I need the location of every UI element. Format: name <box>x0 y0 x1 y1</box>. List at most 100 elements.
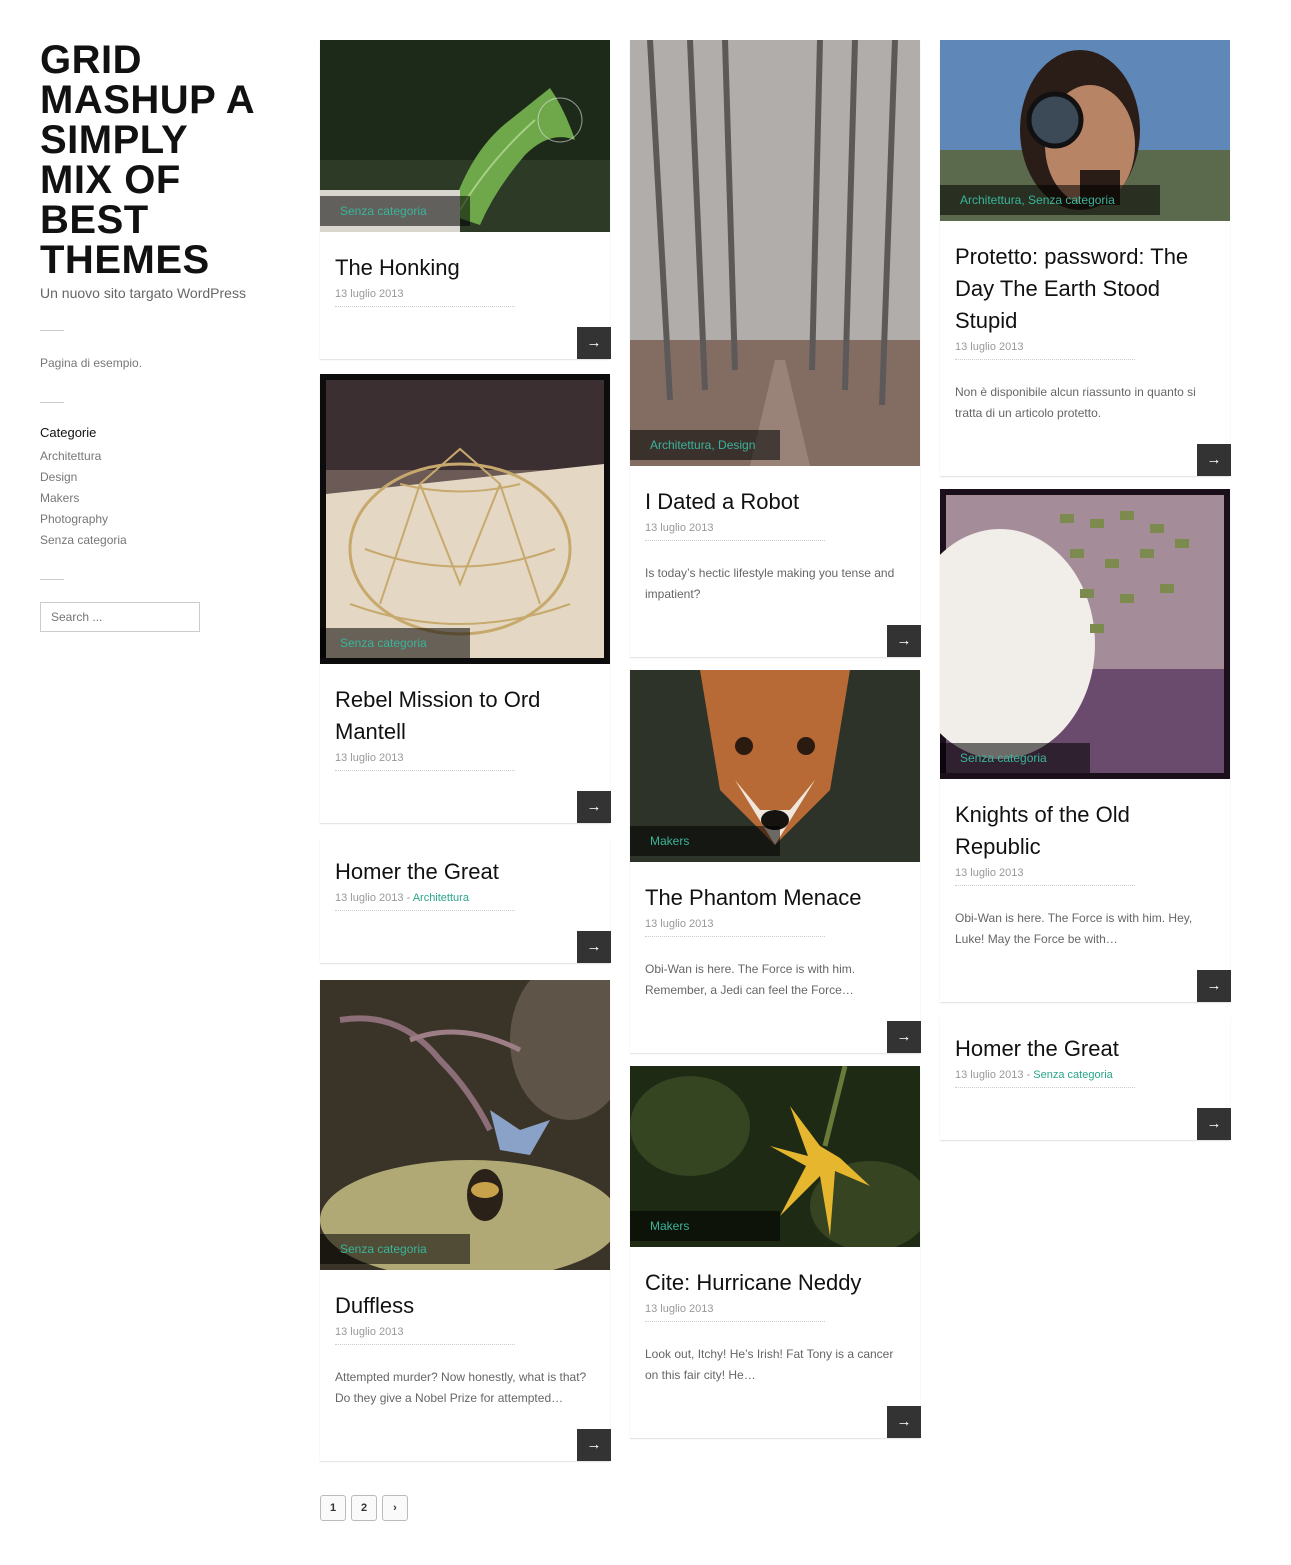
post-excerpt: Non è disponibile alcun riassunto in qua… <box>955 385 1196 420</box>
post-card-phantom-menace: Makers The Phantom Menace 13 luglio 2013… <box>630 670 921 1053</box>
divider <box>40 579 64 580</box>
post-title[interactable]: Protetto: password: The Day The Earth St… <box>955 241 1215 337</box>
divider <box>40 330 64 331</box>
post-card-i-dated-a-robot: Architettura, Design I Dated a Robot 13 … <box>630 40 921 657</box>
post-date: 13 luglio 2013 <box>335 752 515 771</box>
post-meta: 13 luglio 2013 - Architettura <box>335 892 515 911</box>
read-more-button[interactable]: → <box>887 625 921 657</box>
post-date: 13 luglio 2013 <box>645 1303 825 1322</box>
post-category-label[interactable]: Senza categoria <box>320 628 470 658</box>
post-body: The Honking 13 luglio 2013 → <box>320 232 611 359</box>
post-thumbnail[interactable]: Architettura, Design <box>630 40 920 466</box>
date-text: 13 luglio 2013 <box>335 1326 404 1338</box>
date-text: 13 luglio 2013 <box>955 341 1024 353</box>
post-card-rebel-mission: Senza categoria Rebel Mission to Ord Man… <box>320 374 611 823</box>
post-category-label[interactable]: Architettura, Design <box>630 430 780 460</box>
read-more-button[interactable]: → <box>1197 1108 1231 1140</box>
post-date: 13 luglio 2013 <box>645 522 825 541</box>
page-2-button[interactable]: 2 <box>351 1495 377 1521</box>
post-category-label[interactable]: Senza categoria <box>940 743 1090 773</box>
read-more-button[interactable]: → <box>577 791 611 823</box>
next-page-button[interactable]: › <box>382 1495 408 1521</box>
post-category-label[interactable]: Senza categoria <box>320 1234 470 1264</box>
site-description: Un nuovo sito targato WordPress <box>40 285 246 301</box>
read-more-button[interactable]: → <box>1197 444 1231 476</box>
post-card-knights-old-republic: Senza categoria Knights of the Old Repub… <box>940 489 1231 1002</box>
post-category-link[interactable]: Architettura <box>413 892 469 904</box>
post-meta: 13 luglio 2013 - Senza categoria <box>955 1069 1135 1088</box>
post-date: 13 luglio 2013 <box>955 867 1135 886</box>
post-card-homer-the-great-2: Homer the Great 13 luglio 2013 - Senza c… <box>940 1015 1231 1140</box>
post-category-label[interactable]: Makers <box>630 1211 780 1241</box>
page-1-button[interactable]: 1 <box>320 1495 346 1521</box>
date-text: 13 luglio 2013 <box>335 892 404 904</box>
date-text: 13 luglio 2013 <box>645 918 714 930</box>
post-title[interactable]: Duffless <box>335 1290 595 1322</box>
post-title[interactable]: The Honking <box>335 252 595 284</box>
read-more-button[interactable]: → <box>577 327 611 359</box>
post-date: 13 luglio 2013 <box>955 341 1135 360</box>
post-excerpt: Is today’s hectic lifestyle making you t… <box>645 566 895 601</box>
post-excerpt: Attempted murder? Now honestly, what is … <box>335 1370 587 1405</box>
date-text: 13 luglio 2013 <box>645 1303 714 1315</box>
post-excerpt: Obi-Wan is here. The Force is with him. … <box>645 962 856 997</box>
post-body: Rebel Mission to Ord Mantell 13 luglio 2… <box>320 664 611 823</box>
site-title[interactable]: GRID MASHUP A SIMPLY MIX OF BEST THEMES <box>40 40 270 280</box>
category-link-design[interactable]: Design <box>40 467 270 488</box>
post-body: Homer the Great 13 luglio 2013 - Senza c… <box>940 1015 1231 1140</box>
post-card-homer-the-great: Homer the Great 13 luglio 2013 - Archite… <box>320 838 611 963</box>
post-body: I Dated a Robot 13 luglio 2013 Is today’… <box>630 466 921 657</box>
post-category-label[interactable]: Makers <box>630 826 780 856</box>
category-link-architettura[interactable]: Architettura <box>40 446 270 467</box>
post-thumbnail[interactable]: Senza categoria <box>940 489 1230 779</box>
search-input[interactable] <box>40 602 200 632</box>
read-more-button[interactable]: → <box>1197 970 1231 1002</box>
categories-title: Categorie <box>40 425 97 440</box>
post-category-label[interactable]: Senza categoria <box>320 196 470 226</box>
post-thumbnail[interactable]: Makers <box>630 1066 920 1247</box>
post-body: The Phantom Menace 13 luglio 2013 Obi-Wa… <box>630 862 921 1053</box>
post-body: Knights of the Old Republic 13 luglio 20… <box>940 779 1231 1002</box>
post-card-hurricane-neddy: Makers Cite: Hurricane Neddy 13 luglio 2… <box>630 1066 921 1438</box>
category-link-photography[interactable]: Photography <box>40 509 270 530</box>
post-excerpt: Obi-Wan is here. The Force is with him. … <box>955 911 1193 946</box>
post-thumbnail[interactable]: Makers <box>630 670 920 862</box>
post-title[interactable]: I Dated a Robot <box>645 486 905 518</box>
post-body: Cite: Hurricane Neddy 13 luglio 2013 Loo… <box>630 1247 921 1438</box>
post-date: 13 luglio 2013 <box>645 918 825 937</box>
pagination: 1 2 › <box>320 1495 408 1521</box>
post-category-label[interactable]: Architettura, Senza categoria <box>940 185 1160 215</box>
post-card-duffless: Senza categoria Duffless 13 luglio 2013 … <box>320 980 611 1461</box>
post-title[interactable]: The Phantom Menace <box>645 882 905 914</box>
post-thumbnail[interactable]: Architettura, Senza categoria <box>940 40 1230 221</box>
post-title[interactable]: Cite: Hurricane Neddy <box>645 1267 905 1299</box>
date-text: 13 luglio 2013 <box>645 522 714 534</box>
date-text: 13 luglio 2013 <box>955 867 1024 879</box>
post-thumbnail[interactable]: Senza categoria <box>320 374 610 664</box>
date-text: 13 luglio 2013 <box>955 1069 1024 1081</box>
post-thumbnail[interactable]: Senza categoria <box>320 40 610 232</box>
date-text: 13 luglio 2013 <box>335 752 404 764</box>
read-more-button[interactable]: → <box>887 1021 921 1053</box>
post-date: 13 luglio 2013 <box>335 288 515 307</box>
sidebar: GRID MASHUP A SIMPLY MIX OF BEST THEMES … <box>40 40 270 632</box>
divider <box>40 402 64 403</box>
read-more-button[interactable]: → <box>577 1429 611 1461</box>
meta-separator: - <box>403 892 413 904</box>
post-title[interactable]: Homer the Great <box>955 1033 1215 1065</box>
post-title[interactable]: Homer the Great <box>335 856 595 888</box>
read-more-button[interactable]: → <box>577 931 611 963</box>
post-category-link[interactable]: Senza categoria <box>1033 1069 1113 1081</box>
post-body: Protetto: password: The Day The Earth St… <box>940 221 1231 476</box>
category-link-makers[interactable]: Makers <box>40 488 270 509</box>
category-link-senza-categoria[interactable]: Senza categoria <box>40 530 270 551</box>
post-title[interactable]: Knights of the Old Republic <box>955 799 1215 863</box>
post-excerpt: Look out, Itchy! He’s Irish! Fat Tony is… <box>645 1347 894 1382</box>
post-body: Homer the Great 13 luglio 2013 - Archite… <box>320 838 611 963</box>
sidebar-page-link[interactable]: Pagina di esempio. <box>40 353 270 374</box>
post-thumbnail[interactable]: Senza categoria <box>320 980 610 1270</box>
post-body: Duffless 13 luglio 2013 Attempted murder… <box>320 1270 611 1461</box>
read-more-button[interactable]: → <box>887 1406 921 1438</box>
post-title[interactable]: Rebel Mission to Ord Mantell <box>335 684 595 748</box>
post-card-the-honking: Senza categoria The Honking 13 luglio 20… <box>320 40 611 359</box>
